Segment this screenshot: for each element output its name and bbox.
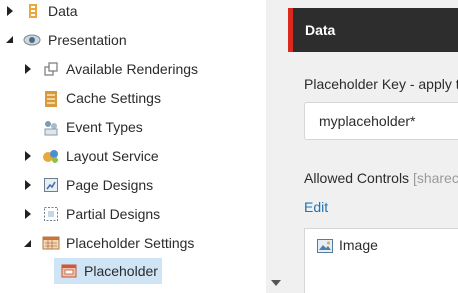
tree-item-available-renderings[interactable]: Available Renderings: [66, 60, 198, 78]
content-tree: Data Presentation Available Renderings C…: [0, 0, 266, 293]
placeholder-key-value: myplaceholder*: [319, 113, 416, 129]
tree-item-data[interactable]: Data: [48, 2, 78, 20]
placeholder-icon: [61, 263, 77, 279]
tree-item-event-types[interactable]: Event Types: [66, 118, 143, 136]
placeholder-settings-icon: [42, 235, 60, 251]
placeholder-key-input[interactable]: myplaceholder*: [304, 102, 458, 140]
cache-settings-icon: [43, 90, 59, 107]
expand-arrow-icon[interactable]: [22, 208, 34, 220]
allowed-control-item[interactable]: Image: [339, 237, 378, 253]
section-title: Data: [305, 22, 336, 38]
collapse-arrow-icon[interactable]: [21, 237, 33, 249]
eye-icon: [23, 32, 41, 48]
edit-link[interactable]: Edit: [304, 199, 328, 215]
tree-item-cache-settings[interactable]: Cache Settings: [66, 89, 161, 107]
section-accent-bar: [288, 8, 293, 52]
tree-item-placeholder-settings[interactable]: Placeholder Settings: [66, 234, 194, 252]
expand-arrow-icon[interactable]: [4, 5, 16, 17]
partial-designs-icon: [43, 206, 59, 222]
expand-arrow-icon[interactable]: [22, 179, 34, 191]
layout-service-icon: [42, 148, 58, 164]
allowed-controls-title: Allowed Controls: [304, 170, 413, 186]
tree-item-page-designs[interactable]: Page Designs: [66, 176, 153, 194]
content-editor-panel: Data Placeholder Key - apply t myplaceho…: [288, 0, 458, 293]
page-designs-icon: [43, 177, 59, 193]
tree-item-presentation[interactable]: Presentation: [48, 31, 127, 49]
tree-item-partial-designs[interactable]: Partial Designs: [66, 205, 160, 223]
section-header[interactable]: Data: [288, 8, 458, 52]
event-types-icon: [42, 119, 58, 136]
tree-item-layout-service[interactable]: Layout Service: [66, 147, 159, 165]
allowed-controls-label: Allowed Controls [sharec: [304, 170, 458, 186]
collapse-arrow-icon[interactable]: [3, 33, 15, 45]
tree-scrollbar[interactable]: [266, 0, 288, 293]
data-folder-icon: [25, 3, 41, 19]
renderings-icon: [43, 61, 59, 77]
image-icon: [317, 239, 333, 256]
placeholder-key-label: Placeholder Key - apply t: [304, 76, 458, 92]
expand-arrow-icon[interactable]: [22, 63, 34, 75]
expand-arrow-icon[interactable]: [22, 150, 34, 162]
shared-tag: [sharec: [412, 170, 458, 186]
allowed-controls-list: Image: [304, 228, 458, 293]
tree-item-placeholder[interactable]: Placeholder: [84, 262, 158, 280]
scroll-down-arrow-icon[interactable]: [271, 273, 281, 289]
